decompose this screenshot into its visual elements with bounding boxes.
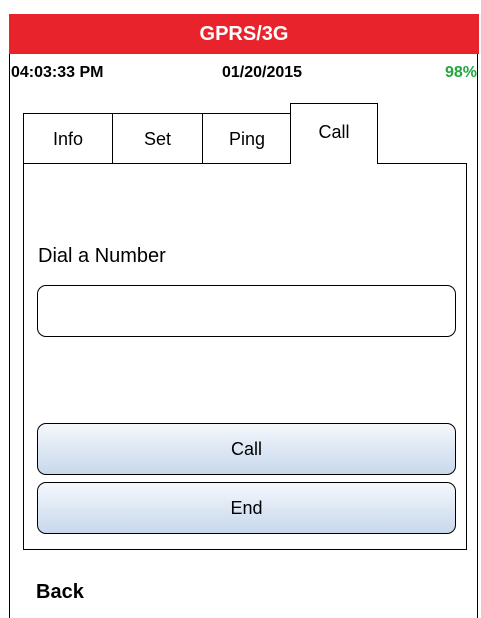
back-button[interactable]: Back	[36, 581, 84, 604]
page-title: GPRS/3G	[199, 22, 289, 45]
title-bar: GPRS/3G	[9, 14, 479, 54]
end-button[interactable]: End	[37, 482, 456, 534]
tab-set[interactable]: Set	[112, 113, 203, 164]
dial-number-label: Dial a Number	[38, 245, 166, 267]
tab-ping-label: Ping	[228, 128, 266, 149]
tab-set-label: Set	[143, 128, 172, 149]
tab-info[interactable]: Info	[23, 113, 113, 164]
battery-level: 98%	[444, 64, 477, 81]
tab-call[interactable]: Call	[290, 103, 378, 164]
status-bar: 04:03:33 PM 01/20/2015 98%	[9, 56, 479, 90]
tab-ping[interactable]: Ping	[202, 113, 292, 164]
active-tab-joint	[291, 162, 377, 165]
tab-info-label: Info	[52, 128, 84, 149]
frame-left-border	[9, 14, 10, 618]
status-date: 01/20/2015	[222, 64, 303, 81]
call-button[interactable]: Call	[37, 423, 456, 475]
status-time: 04:03:33 PM	[11, 64, 104, 81]
phone-number-input[interactable]	[37, 285, 456, 337]
tab-call-label: Call	[318, 122, 350, 142]
frame-right-border	[477, 14, 478, 618]
